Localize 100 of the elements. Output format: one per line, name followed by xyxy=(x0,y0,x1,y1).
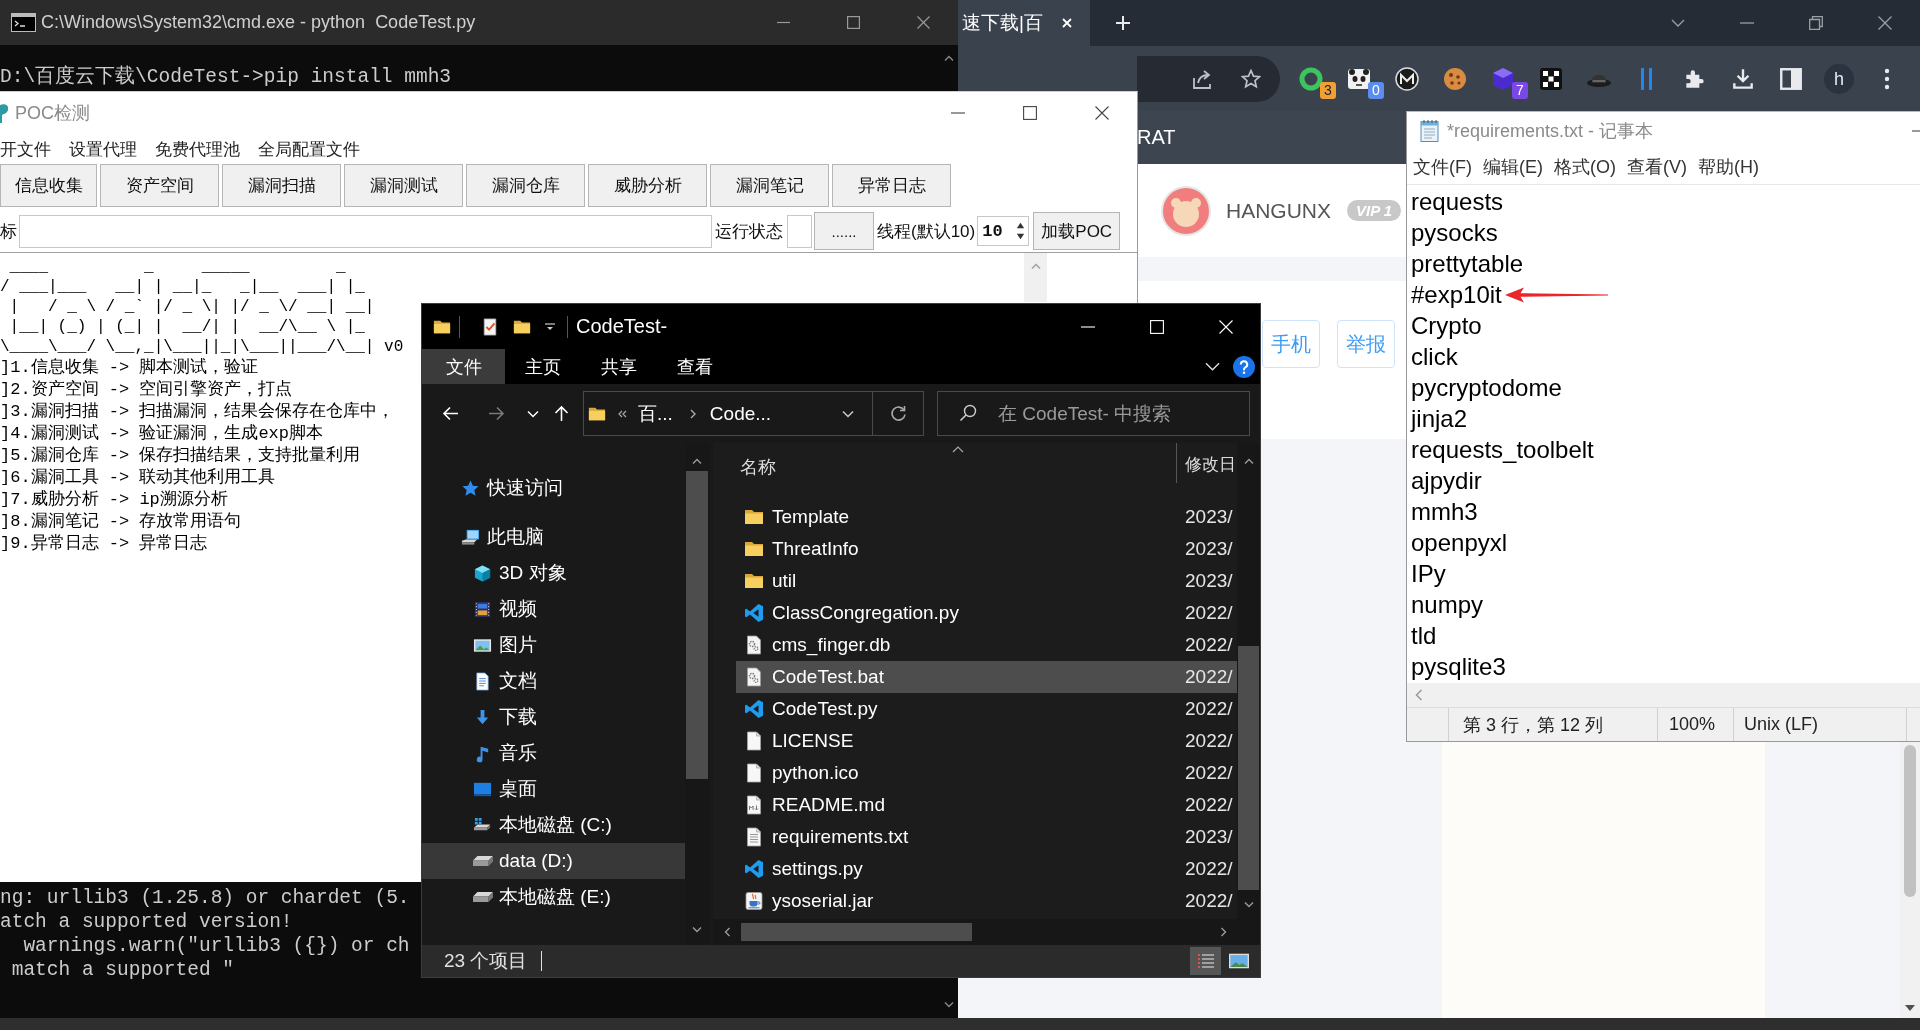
module-button[interactable]: 漏洞测试 xyxy=(344,164,463,207)
menu-item[interactable]: 文件(F) xyxy=(1413,154,1472,179)
scroll-down-icon[interactable] xyxy=(1905,1005,1915,1011)
file-row[interactable]: util 2023/ xyxy=(736,565,1237,597)
restore-icon[interactable] xyxy=(1809,16,1823,30)
nav-item[interactable]: 快速访问 xyxy=(422,470,685,506)
nav-item[interactable]: 此电脑 xyxy=(422,519,685,555)
menu-item[interactable]: 免费代理池 xyxy=(155,137,240,161)
breadcrumb-item[interactable]: 百... xyxy=(638,400,673,427)
text-editor[interactable]: requests pysocks prettytable #exp10it Crypto click pycryptodome jinja2 requests_toolbelt ajpydir mmh3 openpyxl IPy numpy tld pysqlite3 xyxy=(1407,185,1920,683)
scrollbar-thumb[interactable] xyxy=(1238,646,1259,890)
file-row[interactable]: CodeTest.bat 2022/ xyxy=(736,661,1237,693)
menu-item[interactable]: 设置代理 xyxy=(69,137,137,161)
refresh-icon[interactable] xyxy=(890,405,907,422)
help-icon[interactable] xyxy=(1233,355,1255,378)
ribbon-tab[interactable]: 共享 xyxy=(581,349,657,384)
nav-item[interactable]: 图片 xyxy=(422,627,685,663)
scroll-down-icon[interactable] xyxy=(944,1002,954,1008)
file-row[interactable]: requirements.txt 2023/ xyxy=(736,821,1237,853)
file-row[interactable]: LICENSE 2022/ xyxy=(736,725,1237,757)
scroll-down-icon[interactable] xyxy=(692,927,702,933)
module-button[interactable]: 资产空间 xyxy=(100,164,219,207)
nav-item[interactable]: 本地磁盘 (E:) xyxy=(422,879,685,915)
ribbon-tab[interactable]: 文件 xyxy=(422,349,505,384)
load-button[interactable]: 加载POC xyxy=(1033,212,1121,250)
double-chevron-icon[interactable] xyxy=(617,408,627,419)
module-button[interactable]: 漏洞仓库 xyxy=(466,164,585,207)
caret-down-icon[interactable] xyxy=(545,322,555,331)
menu-item[interactable]: 查看(V) xyxy=(1627,154,1687,179)
file-row[interactable]: ysoserial.jar 2022/ xyxy=(736,885,1237,917)
scroll-up-icon[interactable] xyxy=(944,55,954,61)
maximize-icon[interactable] xyxy=(1023,106,1037,120)
dice-icon[interactable] xyxy=(1538,65,1564,92)
scrollbar[interactable] xyxy=(1237,443,1260,945)
plus-icon[interactable] xyxy=(1116,16,1130,30)
target-field[interactable] xyxy=(19,214,712,248)
status-field[interactable] xyxy=(787,214,812,248)
browser-tab[interactable]: 速下载|百 xyxy=(958,0,1090,46)
module-button[interactable]: 异常日志 xyxy=(832,164,951,207)
star-icon[interactable] xyxy=(1241,68,1261,89)
scrollbar[interactable] xyxy=(1024,253,1047,302)
file-row[interactable]: CodeTest.py 2022/ xyxy=(736,693,1237,725)
file-row[interactable]: python.ico 2022/ xyxy=(736,757,1237,789)
scrollbar[interactable] xyxy=(1900,742,1920,1018)
module-button[interactable]: 信息收集 xyxy=(0,164,97,207)
scroll-down-icon[interactable] xyxy=(1243,902,1254,908)
nav-item[interactable]: 桌面 xyxy=(422,771,685,807)
checklist-icon[interactable] xyxy=(481,317,499,336)
search-field[interactable]: 在 CodeTest- 中搜索 xyxy=(937,391,1250,436)
menu-item[interactable]: 格式(O) xyxy=(1554,154,1616,179)
file-row[interactable]: README.md 2022/ xyxy=(736,789,1237,821)
profile-button[interactable]: h xyxy=(1824,63,1854,94)
breadcrumb-item[interactable]: Code... xyxy=(709,402,772,425)
menu-item[interactable]: 编辑(E) xyxy=(1483,154,1543,179)
scrollbar[interactable] xyxy=(1407,683,1920,707)
nav-item[interactable]: 本地磁盘 (C:) xyxy=(422,807,685,843)
scrollbar-thumb[interactable] xyxy=(1904,745,1916,897)
chevron-right-icon[interactable] xyxy=(688,407,697,420)
scroll-up-icon[interactable] xyxy=(692,458,702,464)
ribbon-tab[interactable]: 查看 xyxy=(657,349,733,384)
file-row[interactable]: cms_finger.db 2022/ xyxy=(736,629,1237,661)
nav-item[interactable]: 视频 xyxy=(422,591,685,627)
close-icon[interactable] xyxy=(1095,106,1109,120)
scroll-right-icon[interactable] xyxy=(1221,927,1227,937)
menu-item[interactable]: 帮助(H) xyxy=(1698,154,1759,179)
cube-icon[interactable] xyxy=(1490,65,1516,92)
nav-item[interactable]: 3D 对象 xyxy=(422,555,685,591)
column-header[interactable]: 名称 xyxy=(736,443,1176,483)
ring-icon[interactable] xyxy=(1298,65,1324,92)
file-row[interactable]: Template 2023/ xyxy=(736,501,1237,533)
up-arrow-icon[interactable] xyxy=(553,405,570,422)
module-button[interactable]: 漏洞笔记 xyxy=(710,164,829,207)
nav-item[interactable]: 音乐 xyxy=(422,735,685,771)
circle-logo-icon[interactable] xyxy=(1394,65,1420,92)
chevron-down-icon[interactable] xyxy=(842,409,854,418)
nav-item[interactable]: data (D:) xyxy=(422,843,685,879)
menu-item[interactable]: 全局配置文件 xyxy=(258,137,360,161)
scroll-up-icon[interactable] xyxy=(1243,458,1254,464)
back-arrow-icon[interactable] xyxy=(442,405,459,422)
module-button[interactable]: 威胁分析 xyxy=(588,164,707,207)
share-icon[interactable] xyxy=(1192,68,1212,89)
side-panel-icon[interactable] xyxy=(1778,65,1804,92)
nav-item[interactable]: 下载 xyxy=(422,699,685,735)
minimize-icon[interactable] xyxy=(1912,129,1920,132)
file-row[interactable]: settings.py 2022/ xyxy=(736,853,1237,885)
scroll-left-icon[interactable] xyxy=(724,927,730,937)
address-bar[interactable] xyxy=(1137,55,1280,102)
scrollbar-thumb[interactable] xyxy=(741,923,972,941)
ribbon-tab[interactable]: 主页 xyxy=(505,349,581,384)
module-button[interactable]: 漏洞扫描 xyxy=(222,164,341,207)
cookie-icon[interactable] xyxy=(1442,65,1468,92)
file-row[interactable]: ThreatInfo 2023/ xyxy=(736,533,1237,565)
address-bar[interactable]: 百... Code... xyxy=(583,391,924,436)
file-row[interactable]: ClassCongregation.py 2022/ xyxy=(736,597,1237,629)
browse-button[interactable]: ...... xyxy=(814,212,874,250)
forward-arrow-icon[interactable] xyxy=(488,405,505,422)
avatar-icon[interactable] xyxy=(1161,185,1211,236)
nav-item[interactable]: 文档 xyxy=(422,663,685,699)
chevron-down-icon[interactable] xyxy=(1205,362,1220,371)
scrollbar-thumb[interactable] xyxy=(686,471,708,779)
